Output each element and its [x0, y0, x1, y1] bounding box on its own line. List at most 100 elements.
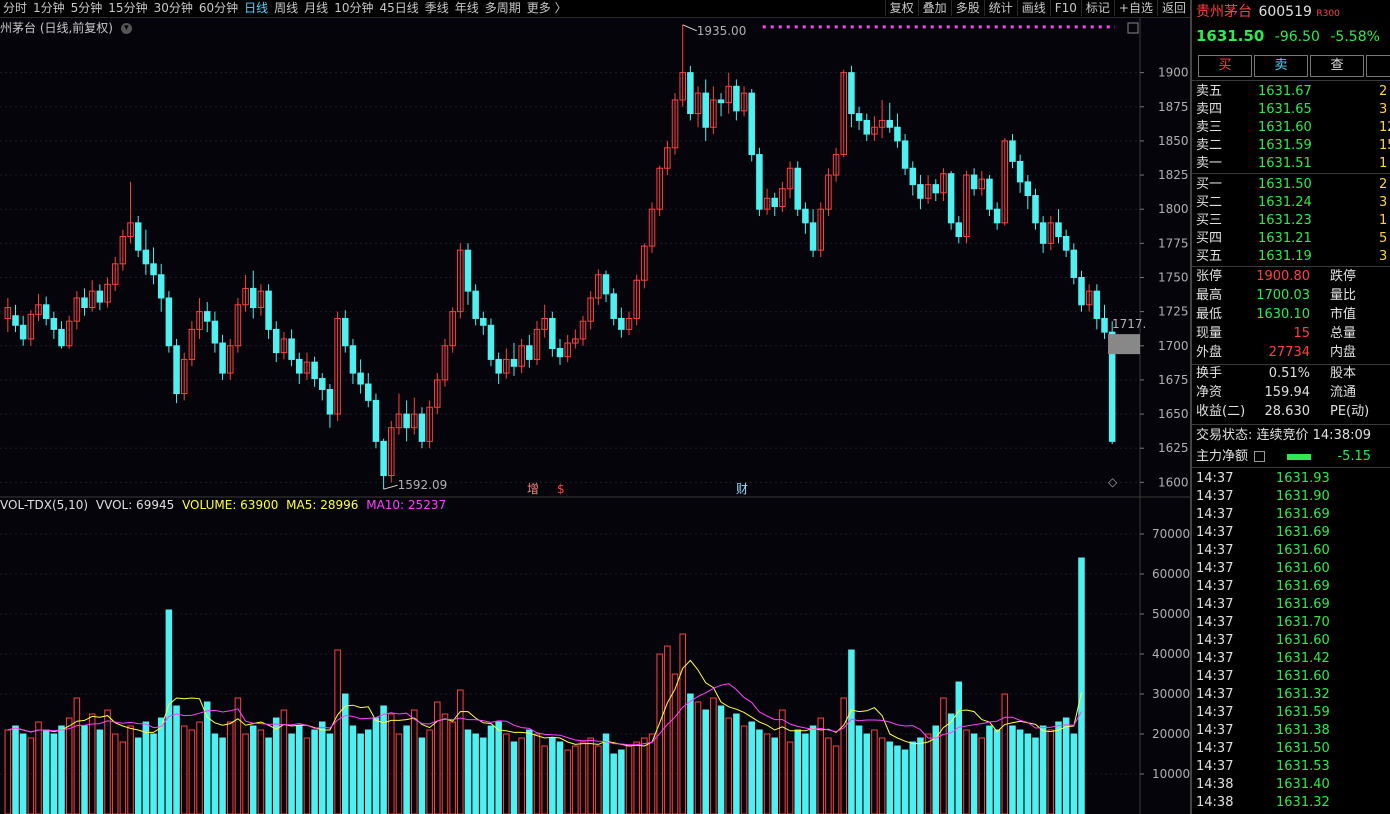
volume-bar-down: [311, 729, 318, 814]
bid-row[interactable]: 买四 1631.21 5: [1196, 230, 1390, 248]
volume-bar-down: [487, 725, 495, 814]
tool-button-2[interactable]: 多股: [950, 0, 984, 16]
stat-value: 1700.03: [1256, 288, 1310, 303]
ask-row[interactable]: 卖一 1631.51 1: [1196, 155, 1390, 173]
tool-button-7[interactable]: +自选: [1113, 0, 1157, 16]
ask-row[interactable]: 卖二 1631.59 15: [1196, 137, 1390, 155]
volume-bar-up: [234, 697, 242, 814]
query-button[interactable]: 查: [1310, 55, 1364, 77]
tick-price: 1631.69: [1276, 525, 1330, 540]
tab-period-0[interactable]: 分时: [0, 0, 30, 16]
low-marker-label: 1592.09: [398, 478, 448, 492]
volume-bar-up: [188, 729, 196, 814]
candle-down: [771, 197, 778, 207]
tab-period-13[interactable]: 多周期: [482, 0, 524, 16]
stat-value: 1630.10: [1256, 307, 1310, 322]
close-icon[interactable]: [1127, 22, 1139, 34]
tick-row: 14:38 1631.40: [1196, 776, 1330, 794]
kline-chart[interactable]: 1900 1875 1850 1825 1800 1775 1750 1725 1700 1675…: [0, 18, 1190, 814]
volume-bar-up: [840, 697, 848, 814]
tab-period-6[interactable]: 日线: [241, 0, 271, 16]
tab-period-8[interactable]: 月线: [301, 0, 331, 16]
book-label: 卖三: [1196, 120, 1223, 135]
tick-price: 1631.60: [1276, 561, 1330, 576]
volume-tick-label: 70000: [1152, 527, 1190, 541]
tick-time: 14:37: [1196, 705, 1234, 720]
tab-period-10[interactable]: 45日线: [376, 0, 421, 16]
tool-button-8[interactable]: 返回: [1156, 0, 1190, 16]
volume-bar-up: [27, 737, 35, 814]
book-price: 1631.67: [1258, 84, 1312, 99]
volume-bar-down: [1078, 557, 1085, 814]
volume-bar-down: [42, 729, 50, 814]
candle-down: [418, 413, 426, 442]
tick-time: 14:37: [1196, 741, 1234, 756]
candle-down: [157, 274, 165, 299]
volume-bar-down: [265, 737, 272, 814]
candle-down: [947, 173, 955, 224]
candle-down: [610, 293, 617, 319]
volume-bar-down: [855, 725, 863, 814]
tool-button-0[interactable]: 复权: [884, 0, 918, 16]
tool-button-4[interactable]: 画线: [1016, 0, 1050, 16]
candle-down: [203, 311, 211, 322]
chevron-down-icon[interactable]: ▾: [120, 23, 132, 34]
tab-period-14[interactable]: 更多 〉: [524, 0, 570, 16]
volume-bar-up: [878, 737, 886, 814]
book-price: 1631.23: [1258, 213, 1312, 228]
volume-bar-up: [633, 741, 640, 814]
candle-down: [955, 222, 963, 238]
extra-button[interactable]: [1366, 55, 1390, 77]
tab-period-9[interactable]: 10分钟: [331, 0, 376, 16]
candle-down: [211, 320, 219, 344]
quote-panel: 贵州茅台 600519 R300 1631.50 -96.50 -5.58% 买…: [1190, 0, 1390, 814]
buy-button[interactable]: 买: [1198, 55, 1252, 77]
list-icon[interactable]: [1254, 451, 1266, 462]
candle-down: [733, 85, 740, 112]
volume-bar-up: [1001, 693, 1009, 814]
tab-period-12[interactable]: 年线: [452, 0, 482, 16]
sell-button[interactable]: 卖: [1254, 55, 1308, 77]
bid-row[interactable]: 买一 1631.50 2: [1196, 176, 1390, 194]
book-price: 1631.24: [1258, 195, 1312, 210]
volume-bar-down: [1070, 733, 1078, 814]
last-price-tag: 1717.: [1112, 317, 1146, 331]
tab-period-5[interactable]: 60分钟: [196, 0, 241, 16]
candle-down: [464, 249, 472, 292]
volume-bar-down: [272, 717, 280, 814]
tab-period-2[interactable]: 5分钟: [68, 0, 106, 16]
ask-row[interactable]: 卖五 1631.67 2: [1196, 83, 1390, 101]
trade-status: 交易状态: 连续竞价 14:38:09: [1196, 428, 1372, 443]
ask-row[interactable]: 卖四 1631.65 3: [1196, 101, 1390, 119]
candle-down: [970, 174, 978, 190]
volume-bar-down: [733, 713, 740, 814]
tab-period-3[interactable]: 15分钟: [105, 0, 150, 16]
book-volume: 2: [1379, 84, 1388, 99]
volume-bar-up: [457, 689, 464, 814]
volume-bar-down: [134, 737, 142, 814]
tab-period-1[interactable]: 1分钟: [30, 0, 68, 16]
candle-down: [993, 208, 1001, 224]
tick-time: 14:37: [1196, 525, 1234, 540]
ask-row[interactable]: 卖三 1631.60 12: [1196, 119, 1390, 137]
volume-bar-up: [426, 729, 433, 814]
tool-button-3[interactable]: 统计: [983, 0, 1017, 16]
tool-button-1[interactable]: 叠加: [917, 0, 951, 16]
book-label: 卖一: [1196, 156, 1223, 171]
volume-bar-up: [579, 741, 587, 814]
tool-button-5[interactable]: F10: [1049, 0, 1081, 16]
bid-row[interactable]: 买二 1631.24 3: [1196, 194, 1390, 212]
stat-label: 张停: [1196, 269, 1223, 284]
stock-name: 贵州茅台: [1196, 4, 1252, 20]
tab-period-7[interactable]: 周线: [271, 0, 301, 16]
book-label: 买二: [1196, 195, 1223, 210]
tick-price: 1631.69: [1276, 597, 1330, 612]
volume-bar-down: [19, 733, 27, 814]
bid-row[interactable]: 买五 1631.19 3: [1196, 248, 1390, 266]
tab-period-4[interactable]: 30分钟: [151, 0, 196, 16]
tab-period-11[interactable]: 季线: [422, 0, 452, 16]
bid-row[interactable]: 买三 1631.23 1: [1196, 212, 1390, 230]
candle-down: [1016, 160, 1024, 183]
volume-bar-up: [710, 697, 717, 814]
tool-button-6[interactable]: 标记: [1080, 0, 1114, 16]
